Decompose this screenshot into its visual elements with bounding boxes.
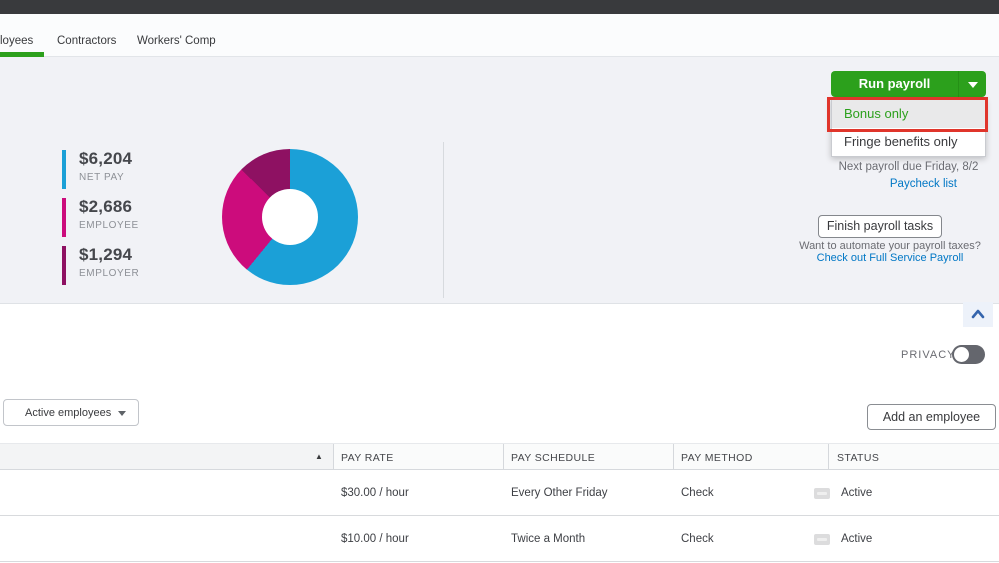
net-pay-label: NET PAY: [79, 172, 125, 183]
employer-label: EMPLOYER: [79, 268, 140, 279]
full-service-payroll-link[interactable]: Check out Full Service Payroll: [791, 252, 989, 264]
privacy-toggle[interactable]: [952, 345, 985, 364]
status-column-header[interactable]: STATUS: [837, 452, 879, 464]
pay-method-column-header[interactable]: PAY METHOD: [681, 452, 753, 464]
legend-color-bar: [62, 198, 66, 237]
pay-method-cell: Check: [681, 487, 714, 499]
legend-item-net-pay: $6,204 NET PAY: [62, 150, 139, 189]
menu-item-bonus-only[interactable]: Bonus only: [832, 100, 985, 128]
tab-contractors[interactable]: Contractors: [57, 35, 116, 47]
sort-ascending-icon: ▲: [315, 452, 323, 461]
collapse-panel-button[interactable]: [963, 302, 993, 327]
column-divider: [333, 444, 334, 469]
legend-color-bar: [62, 246, 66, 285]
tab-employees[interactable]: loyees: [0, 35, 33, 47]
legend-item-employee: $2,686 EMPLOYEE: [62, 198, 139, 237]
run-payroll-label: Run payroll: [858, 76, 931, 91]
status-cell: Active: [841, 533, 873, 545]
menu-item-fringe-benefits-only[interactable]: Fringe benefits only: [832, 128, 985, 156]
employee-table-header: ▲ PAY RATE PAY SCHEDULE PAY METHOD STATU…: [0, 443, 999, 470]
finish-payroll-tasks-button[interactable]: Finish payroll tasks: [818, 215, 942, 238]
employee-label: EMPLOYEE: [79, 220, 139, 231]
employee-filter-value: Active employees: [25, 407, 112, 419]
employer-value: $1,294: [79, 245, 133, 264]
run-payroll-menu: Bonus only Fringe benefits only: [831, 99, 986, 157]
run-payroll-dropdown-arrow[interactable]: [958, 71, 986, 97]
pay-schedule-cell: Every Other Friday: [511, 487, 608, 499]
envelope-icon: [814, 534, 830, 545]
pay-schedule-column-header[interactable]: PAY SCHEDULE: [511, 452, 595, 464]
pay-rate-cell: $30.00 / hour: [341, 487, 409, 499]
pay-rate-column-header[interactable]: PAY RATE: [341, 452, 394, 464]
employee-filter-select[interactable]: Active employees: [3, 399, 139, 426]
tab-workers-comp[interactable]: Workers' Comp: [137, 35, 216, 47]
add-employee-button[interactable]: Add an employee: [867, 404, 996, 430]
pay-rate-cell: $10.00 / hour: [341, 533, 409, 545]
legend-color-bar: [62, 150, 66, 189]
legend-item-employer: $1,294 EMPLOYER: [62, 246, 139, 285]
employee-value: $2,686: [79, 197, 133, 216]
payroll-cost-legend: $6,204 NET PAY $2,686 EMPLOYEE $1,294 EM…: [62, 150, 139, 294]
envelope-icon: [814, 488, 830, 499]
payroll-donut: [222, 149, 358, 285]
employee-table-row[interactable]: $30.00 / hour Every Other Friday Check A…: [0, 470, 999, 516]
net-pay-value: $6,204: [79, 149, 133, 168]
column-divider: [828, 444, 829, 469]
chevron-down-icon: [968, 82, 978, 88]
toggle-knob: [954, 347, 969, 362]
payroll-overview-screen: loyees Contractors Workers' Comp $6,204 …: [0, 0, 999, 563]
pay-method-cell: Check: [681, 533, 714, 545]
payroll-summary-panel: $6,204 NET PAY $2,686 EMPLOYEE $1,294 EM…: [0, 57, 999, 304]
paycheck-list-link[interactable]: Paycheck list: [831, 178, 957, 190]
top-navigation-bar: [0, 0, 999, 14]
chevron-up-icon: [971, 309, 985, 319]
next-payroll-due-text: Next payroll due Friday, 8/2: [838, 161, 979, 173]
run-payroll-button[interactable]: Run payroll: [831, 71, 986, 97]
employee-table-row[interactable]: $10.00 / hour Twice a Month Check Active: [0, 516, 999, 562]
status-cell: Active: [841, 487, 873, 499]
column-divider: [503, 444, 504, 469]
pay-schedule-cell: Twice a Month: [511, 533, 586, 545]
privacy-label: PRIVACY: [901, 349, 956, 361]
name-column-header[interactable]: ▲: [0, 444, 333, 469]
tab-bar: loyees Contractors Workers' Comp: [0, 14, 999, 57]
column-divider: [673, 444, 674, 469]
panel-divider: [443, 142, 444, 298]
automate-taxes-text: Want to automate your payroll taxes?: [799, 240, 981, 252]
chevron-down-icon: [118, 411, 126, 416]
